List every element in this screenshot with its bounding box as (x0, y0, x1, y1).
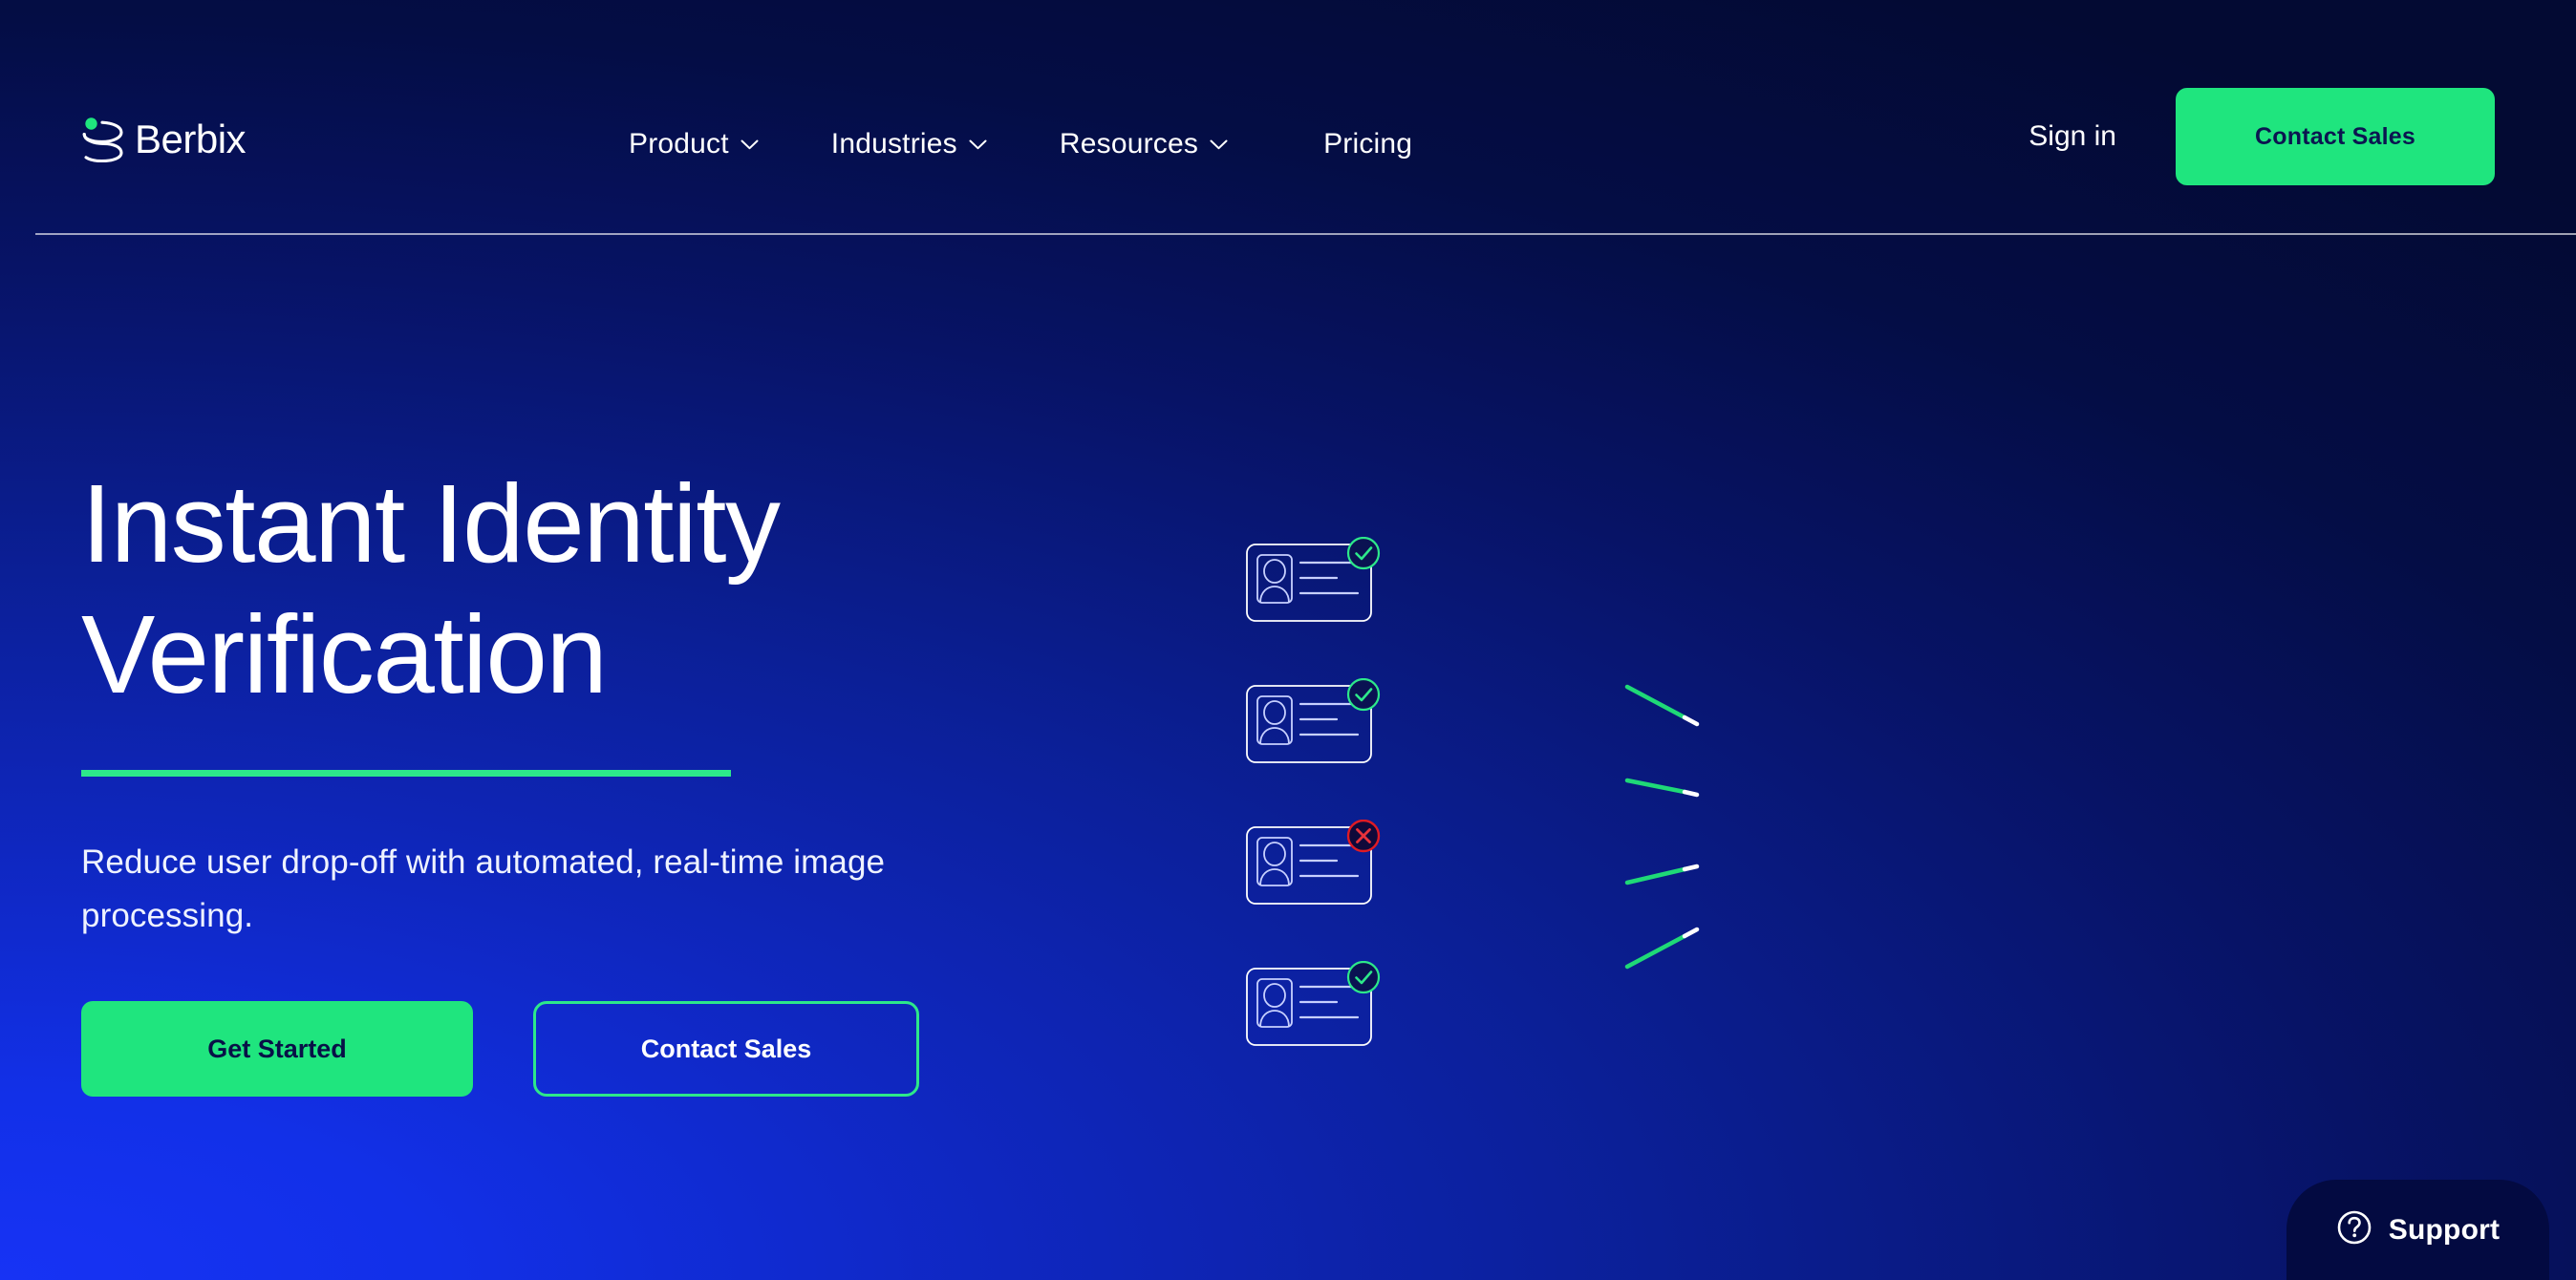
spark-line-3 (1624, 862, 1701, 895)
berbix-spiral-logo-icon (81, 117, 125, 162)
id-verification-illustration (1218, 506, 1811, 1046)
hero-subtitle: Reduce user drop-off with automated, rea… (81, 843, 886, 935)
chevron-down-icon (969, 139, 987, 150)
brand-name: Berbix (135, 117, 247, 161)
hero-title-line-1: Instant Identity (81, 461, 781, 586)
brand-logo[interactable]: Berbix (81, 117, 247, 162)
nav-item-product[interactable]: Product (592, 128, 795, 160)
check-circle-icon (1346, 536, 1381, 570)
header-actions: Sign in Contact Sales (2029, 88, 2495, 185)
nav-item-industries[interactable]: Industries (795, 128, 1023, 160)
get-started-button[interactable]: Get Started (81, 1001, 473, 1098)
nav-item-label: Resources (1059, 128, 1199, 160)
check-circle-icon (1346, 677, 1381, 712)
nav-item-label: Pricing (1323, 128, 1413, 160)
id-card-approved-1 (1245, 536, 1398, 628)
hero-cta-group: Get Started Contact Sales (81, 1001, 1084, 1098)
primary-nav: Product Industries Resources Pricing (592, 128, 1449, 160)
nav-item-resources[interactable]: Resources (1023, 128, 1264, 160)
spark-line-1 (1624, 683, 1701, 736)
spark-line-4 (1624, 925, 1701, 977)
site-header: Berbix Product Industries Resources Pric… (0, 0, 2576, 234)
id-card-approved-3 (1245, 960, 1398, 1052)
nav-item-label: Product (629, 128, 729, 160)
spark-line-2 (1624, 777, 1701, 810)
hero-contact-sales-button[interactable]: Contact Sales (533, 1001, 919, 1098)
header-contact-sales-button[interactable]: Contact Sales (2176, 88, 2495, 185)
nav-item-pricing[interactable]: Pricing (1264, 128, 1449, 160)
x-circle-icon (1346, 819, 1381, 853)
hero-title: Instant Identity Verification (81, 459, 1084, 720)
support-widget-button[interactable]: Support (2286, 1180, 2549, 1280)
chevron-down-icon (741, 139, 759, 150)
id-card-approved-2 (1245, 677, 1398, 769)
check-circle-icon (1346, 960, 1381, 994)
hero-accent-rule (81, 769, 731, 777)
question-circle-icon (2336, 1209, 2372, 1250)
header-divider (35, 233, 2576, 235)
nav-item-label: Industries (830, 128, 957, 160)
chevron-down-icon (1210, 139, 1228, 150)
hero-title-line-2: Verification (81, 591, 608, 716)
support-widget-label: Support (2388, 1213, 2501, 1246)
id-card-rejected (1245, 819, 1398, 910)
hero-section: Instant Identity Verification Reduce use… (81, 459, 1084, 1098)
sign-in-link[interactable]: Sign in (2029, 120, 2116, 153)
